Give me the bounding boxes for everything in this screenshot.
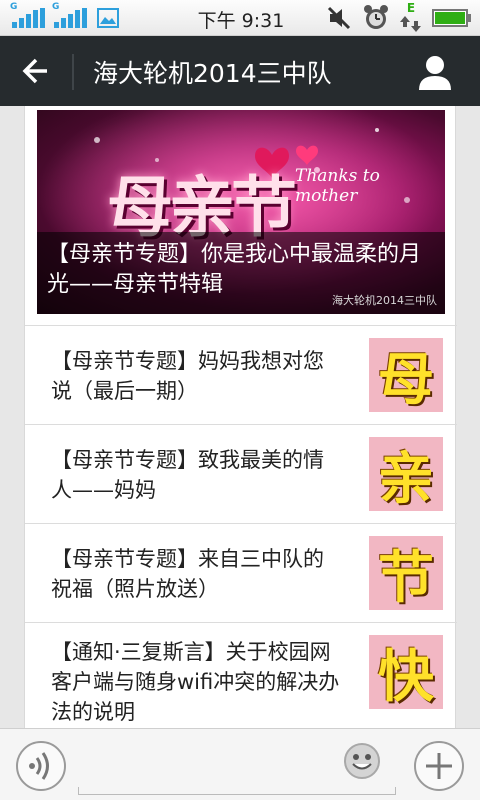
- list-item-title: 【母亲节专题】致我最美的情人——妈妈: [51, 448, 324, 502]
- article-card: 母亲节 Thanks to mother 【母亲节专题】你是我心中最温柔的月光—…: [24, 106, 457, 728]
- emoji-button[interactable]: [342, 741, 382, 781]
- status-time: 下午 9:31: [197, 10, 285, 32]
- article-feed[interactable]: 母亲节 Thanks to mother 【母亲节专题】你是我心中最温柔的月光—…: [0, 106, 480, 728]
- hero-watermark: 海大轮机2014三中队: [332, 294, 437, 307]
- thumbnail-char: 节: [378, 544, 434, 611]
- thumbnail-char: 母: [378, 346, 434, 413]
- thumbnail-char: 快: [378, 643, 434, 710]
- page-title: 海大轮机2014三中队: [93, 59, 332, 88]
- list-item[interactable]: 【通知·三复斯言】关于校园网客户端与随身wifi冲突的解决办法的说明 快: [25, 622, 457, 728]
- input-bar: [0, 728, 480, 800]
- voice-icon: [29, 752, 49, 780]
- data-icon: E: [399, 2, 423, 34]
- list-item-thumbnail: 亲: [369, 437, 443, 511]
- signal-icon: G: [52, 2, 90, 30]
- profile-button[interactable]: [410, 50, 460, 94]
- alarm-icon: [364, 5, 388, 29]
- list-item[interactable]: 【母亲节专题】来自三中队的祝福（照片放送） 节: [25, 523, 457, 622]
- hero-article[interactable]: 母亲节 Thanks to mother 【母亲节专题】你是我心中最温柔的月光—…: [37, 110, 445, 314]
- plus-icon: [426, 753, 452, 779]
- list-item[interactable]: 【母亲节专题】妈妈我想对您说（最后一期） 母: [25, 325, 457, 424]
- list-item[interactable]: 【母亲节专题】致我最美的情人——妈妈 亲: [25, 424, 457, 523]
- back-button[interactable]: [10, 48, 60, 94]
- voice-button[interactable]: [16, 741, 66, 791]
- person-icon: [419, 56, 451, 90]
- title-bar: 海大轮机2014三中队: [0, 36, 480, 106]
- message-input[interactable]: [78, 787, 396, 795]
- add-button[interactable]: [414, 741, 464, 791]
- status-bar: G G 下午 9:31 E: [0, 0, 480, 36]
- list-item-thumbnail: 快: [369, 635, 443, 709]
- list-item-title: 【母亲节专题】妈妈我想对您说（最后一期）: [51, 349, 324, 403]
- data-label: E: [406, 1, 416, 15]
- network-label: G: [10, 2, 18, 12]
- image-icon: [97, 8, 119, 28]
- battery-icon: [432, 9, 471, 27]
- thumbnail-char: 亲: [378, 445, 434, 512]
- list-item-title: 【母亲节专题】来自三中队的祝福（照片放送）: [51, 547, 324, 601]
- mute-icon: [327, 6, 351, 30]
- list-item-thumbnail: 母: [369, 338, 443, 412]
- back-arrow-icon: [22, 58, 47, 84]
- network-label: G: [52, 2, 60, 12]
- list-item-thumbnail: 节: [369, 536, 443, 610]
- signal-icon: G: [10, 2, 48, 30]
- list-item-title: 【通知·三复斯言】关于校园网客户端与随身wifi冲突的解决办法的说明: [51, 640, 340, 724]
- hero-image-subtext: Thanks to mother: [295, 166, 380, 206]
- title-divider: [72, 54, 74, 90]
